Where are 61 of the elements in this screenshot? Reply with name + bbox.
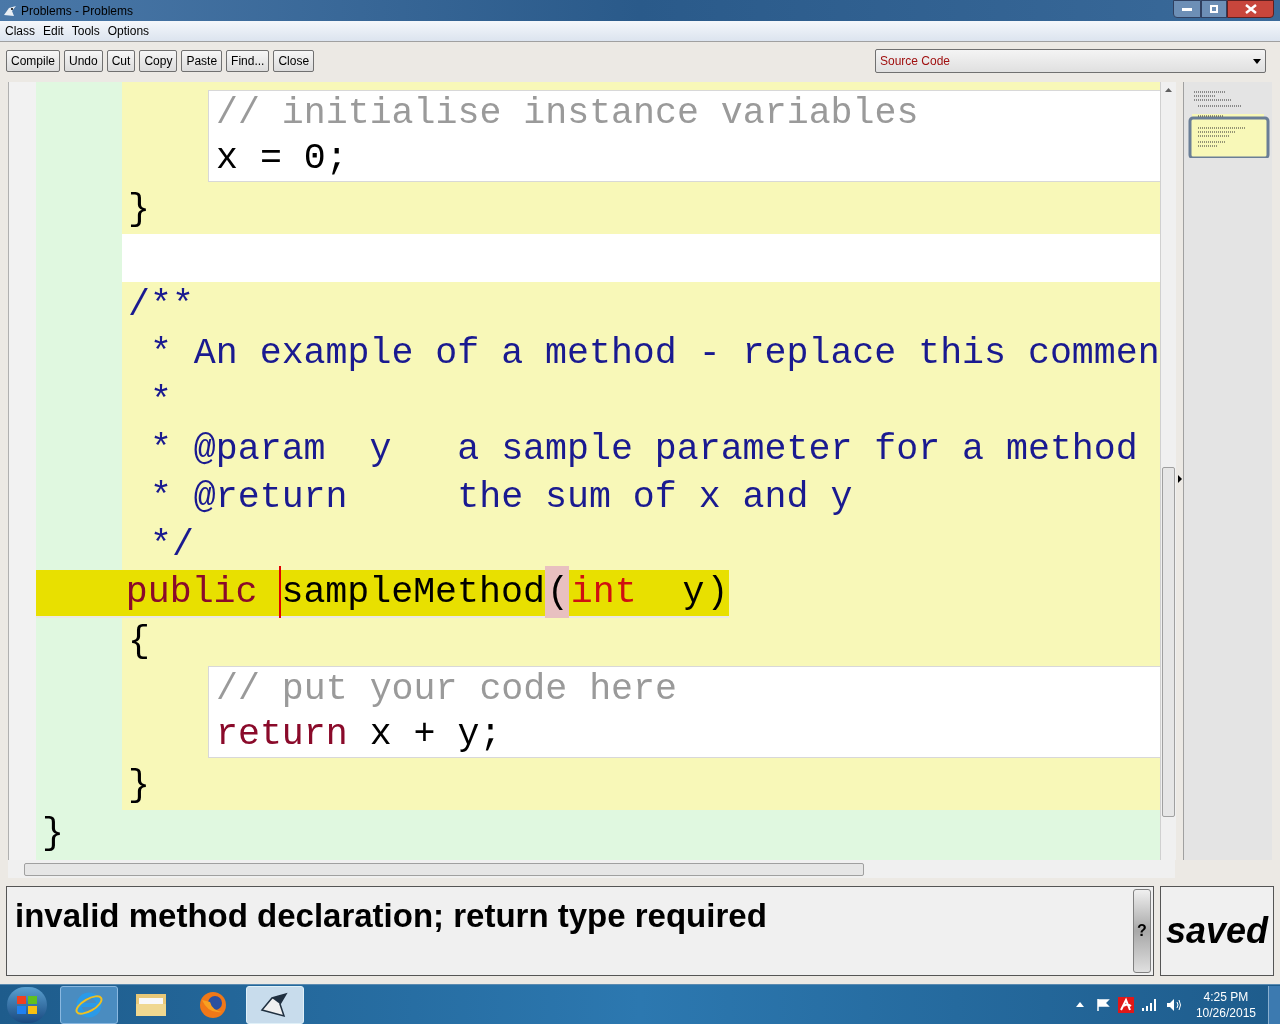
code-comment: // put your code here <box>216 668 677 713</box>
show-desktop-button[interactable] <box>1268 985 1280 1024</box>
code-comment: * @return the sum of x and y <box>148 475 853 520</box>
help-button[interactable]: ? <box>1133 889 1151 973</box>
restore-button[interactable] <box>1201 0 1227 18</box>
code-comment: */ <box>148 523 194 568</box>
menu-item[interactable]: Class <box>5 22 35 40</box>
code-token: public <box>124 570 259 615</box>
caret-icon <box>1253 58 1261 64</box>
bird-taskbar-icon[interactable] <box>246 985 304 1024</box>
flag-icon[interactable] <box>1095 997 1110 1012</box>
speaker-icon[interactable] <box>1165 997 1182 1012</box>
scrollbar-thumb[interactable] <box>1162 467 1175 817</box>
menu-item[interactable]: Edit <box>43 22 64 40</box>
error-message: invalid method declaration; return type required <box>14 896 768 936</box>
code-comment: * <box>148 379 172 424</box>
browser-taskbar-icon[interactable] <box>60 985 118 1024</box>
code-comment: // initialise instance variables <box>216 92 919 137</box>
code-token: y <box>681 570 705 615</box>
toolbar-button[interactable]: Paste <box>181 50 223 72</box>
close-icon <box>1244 4 1257 14</box>
code-comment: * An example of a method - replace this commen <box>148 331 1160 376</box>
menu-item[interactable]: Tools <box>71 22 100 40</box>
code-token: } <box>128 187 150 232</box>
code-token: int <box>569 570 637 615</box>
menu-item[interactable]: Options <box>107 22 150 40</box>
toolbar-button[interactable]: Close <box>273 50 315 72</box>
show-hidden-icons-icon[interactable] <box>1075 1002 1084 1007</box>
expand-arrow-icon[interactable] <box>1177 475 1182 483</box>
code-token: ( <box>544 565 569 621</box>
signal-icon[interactable] <box>1141 998 1158 1011</box>
windows-logo-icon <box>17 995 37 1014</box>
toolbar-button[interactable]: Cut <box>106 50 136 72</box>
code-token: x = 0; <box>216 137 348 182</box>
start-button[interactable] <box>7 986 47 1023</box>
bird-icon <box>3 4 17 17</box>
horizontal-scrollbar[interactable] <box>8 860 1175 878</box>
save-status: saved <box>1165 909 1269 953</box>
clock[interactable]: 4:25 PM 10/26/2015 <box>1195 988 1256 1021</box>
clock-time: 4:25 PM <box>1203 988 1249 1005</box>
code-token: } <box>128 763 150 808</box>
code-token: return <box>216 713 348 758</box>
minimize-button[interactable] <box>1173 0 1201 18</box>
window-title: Problems - Problems <box>21 2 134 20</box>
vertical-scrollbar[interactable] <box>1160 82 1176 860</box>
code-comment: * @param y a sample parameter for a method <box>148 427 1138 472</box>
toolbar-button[interactable]: Compile <box>6 50 60 72</box>
code-editor[interactable] <box>36 82 1160 860</box>
code-token: ) <box>705 570 729 615</box>
code-token: x + y; <box>368 713 502 758</box>
code-token: { <box>128 619 150 664</box>
code-comment: /** <box>128 283 194 328</box>
toolbar-button[interactable]: Copy <box>139 50 178 72</box>
scroll-up-icon[interactable] <box>1165 88 1172 92</box>
view-dropdown[interactable]: Source Code <box>875 49 1266 73</box>
close-button[interactable] <box>1227 0 1274 18</box>
clock-date: 10/26/2015 <box>1195 1004 1256 1021</box>
scrollbar-thumb[interactable] <box>24 862 864 876</box>
code-token: } <box>42 811 64 856</box>
toolbar-button[interactable]: Undo <box>64 50 103 72</box>
toolbar-button[interactable]: Find... <box>226 50 270 72</box>
